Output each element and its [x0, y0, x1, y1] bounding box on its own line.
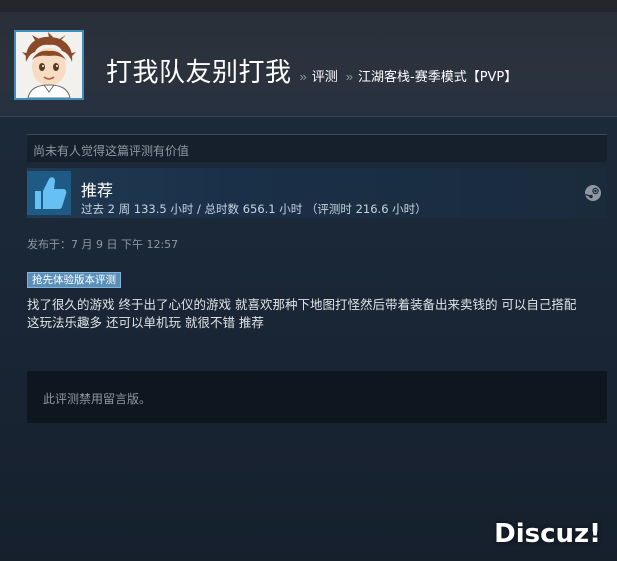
comments-section: 此评测禁用留言版。 — [27, 371, 607, 423]
title-row: 打我队友别打我 » 评测 » 江湖客栈-赛季模式【PVP】 — [106, 52, 517, 89]
avatar[interactable] — [14, 30, 84, 100]
avatar-portrait-icon — [16, 32, 82, 98]
review-page: 打我队友别打我 » 评测 » 江湖客栈-赛季模式【PVP】 尚未有人觉得这篇评测… — [0, 0, 617, 561]
profile-header: 打我队友别打我 » 评测 » 江湖客栈-赛季模式【PVP】 — [0, 0, 617, 117]
top-band — [0, 0, 617, 12]
vote-header: 推荐 过去 2 周 133.5 小时 / 总时数 656.1 小时 （评测时 2… — [27, 168, 607, 218]
review-text-line: 找了很久的游戏 终于出了心仪的游戏 就喜欢那种下地图打怪然后带着装备出来卖钱的 … — [27, 297, 577, 312]
breadcrumb-game-link[interactable]: 江湖客栈-赛季模式【PVP】 — [358, 66, 517, 85]
thumbs-up-icon — [27, 171, 71, 215]
playtime-hours: 过去 2 周 133.5 小时 / 总时数 656.1 小时 （评测时 216.… — [81, 202, 427, 216]
breadcrumb-separator: » — [299, 69, 307, 84]
steam-icon — [585, 185, 601, 201]
review-text-line: 这玩法乐趣多 还可以单机玩 就很不错 推荐 — [27, 315, 264, 330]
persona-name[interactable]: 打我队友别打我 — [106, 52, 292, 89]
comments-disabled-notice: 此评测禁用留言版。 — [43, 392, 152, 406]
review-body: 找了很久的游戏 终于出了心仪的游戏 就喜欢那种下地图打怪然后带着装备出来卖钱的 … — [27, 296, 607, 332]
breadcrumb-reviews-link[interactable]: 评测 — [312, 66, 338, 85]
recommendation-title: 推荐 — [81, 181, 114, 200]
helpful-summary: 尚未有人觉得这篇评测有价值 — [27, 134, 607, 162]
early-access-badge: 抢先体验版本评测 — [27, 272, 121, 288]
watermark-logo: Discuz! — [494, 519, 601, 549]
helpful-text: 尚未有人觉得这篇评测有价值 — [33, 144, 190, 158]
breadcrumb-separator: » — [345, 69, 353, 84]
posted-date: 发布于：7 月 9 日 下午 12:57 — [27, 238, 179, 251]
